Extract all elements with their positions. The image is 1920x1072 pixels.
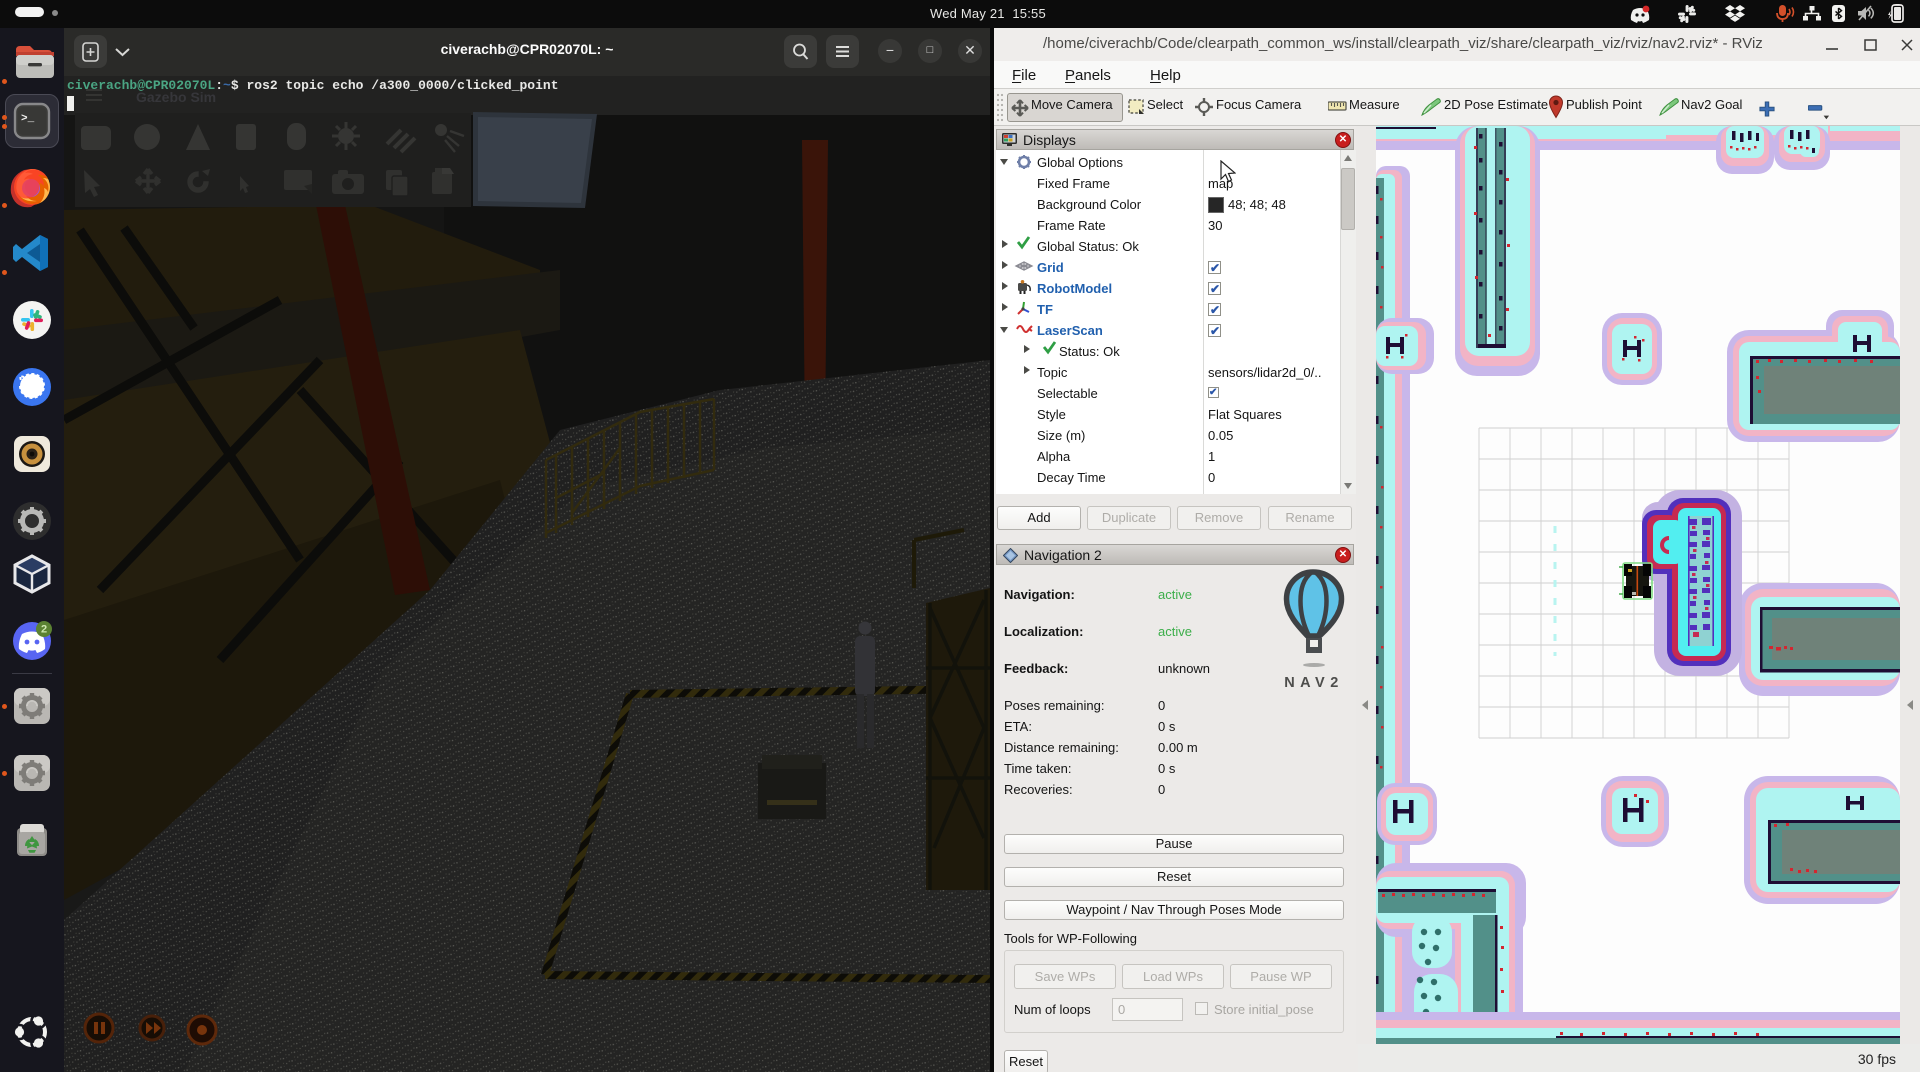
- svg-text:2: 2: [41, 624, 47, 636]
- svg-text:NAV2: NAV2: [1284, 675, 1344, 691]
- svg-text:>_: >_: [21, 113, 35, 125]
